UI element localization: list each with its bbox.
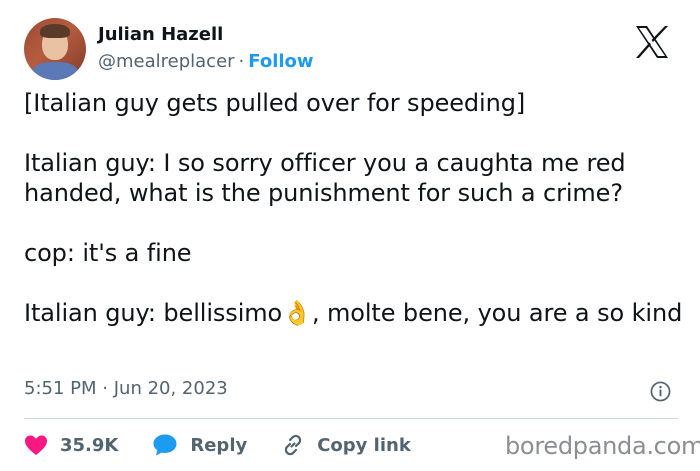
- ok-hand-emoji: 👌: [282, 299, 312, 327]
- reply-bubble-icon: [153, 434, 177, 456]
- tweet-line: cop: it's a fine: [24, 239, 192, 267]
- copy-link-button[interactable]: Copy link: [281, 433, 411, 457]
- tweet-line: [Italian guy gets pulled over for speedi…: [24, 89, 526, 117]
- tweet-text: [Italian guy gets pulled over for speedi…: [24, 88, 684, 328]
- link-icon: [285, 434, 302, 456]
- tweet-timestamp[interactable]: 5:51 PM · Jun 20, 2023: [24, 378, 228, 399]
- x-logo-icon[interactable]: [632, 22, 672, 62]
- watermark: boredpanda.com: [505, 432, 700, 460]
- divider: [24, 418, 678, 419]
- like-count: 35.9K: [60, 434, 119, 456]
- info-icon[interactable]: [650, 381, 671, 402]
- copy-link-label: Copy link: [317, 434, 411, 456]
- avatar[interactable]: [24, 18, 86, 80]
- author-handle[interactable]: @mealreplacer: [98, 51, 235, 72]
- handle-separator: ·: [238, 51, 245, 72]
- heart-icon: [25, 435, 47, 455]
- tweet-header: Julian Hazell @mealreplacer · Follow: [24, 18, 314, 80]
- tweet-line: Italian guy: I so sorry officer you a ca…: [24, 149, 626, 207]
- reply-label: Reply: [190, 434, 248, 456]
- action-bar: 35.9K Reply Copy link: [24, 430, 445, 460]
- like-button[interactable]: 35.9K: [24, 434, 118, 456]
- follow-button[interactable]: Follow: [248, 51, 313, 72]
- author-name[interactable]: Julian Hazell: [98, 24, 314, 46]
- reply-button[interactable]: Reply: [152, 433, 247, 457]
- tweet-line: Italian guy: bellissimo👌, molte bene, yo…: [24, 299, 683, 327]
